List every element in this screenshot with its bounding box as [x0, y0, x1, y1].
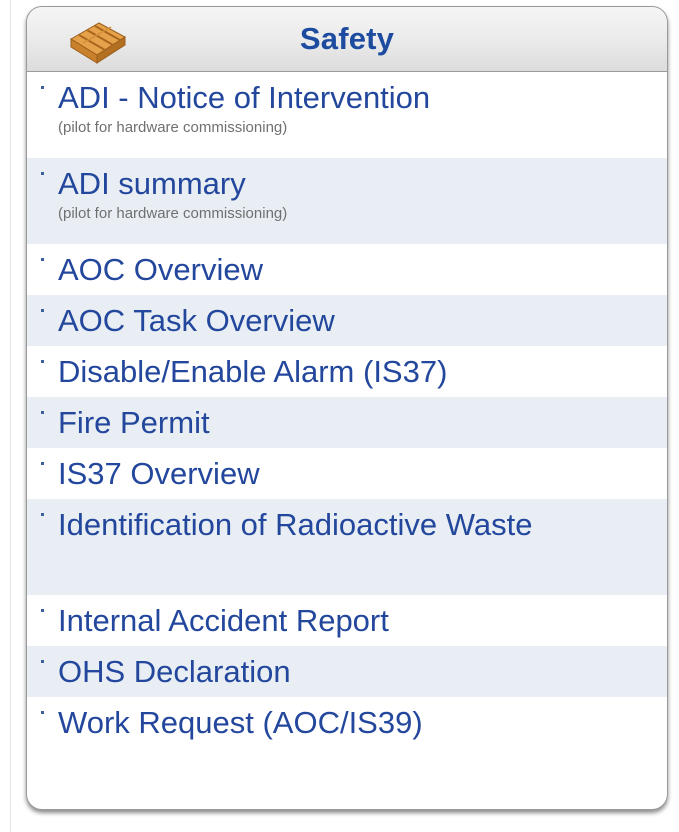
note-adi-summary: (pilot for hardware commissioning): [58, 205, 288, 222]
bullet-icon: [41, 660, 44, 663]
safety-link-list: ADI - Notice of Intervention (pilot for …: [27, 72, 667, 748]
link-ohs-declaration[interactable]: OHS Declaration: [58, 654, 667, 690]
list-item-fire-permit[interactable]: Fire Permit: [27, 397, 667, 448]
page-divider: [10, 0, 11, 832]
bullet-icon: [41, 172, 44, 175]
link-fire-permit[interactable]: Fire Permit: [58, 405, 667, 441]
bullet-icon: [41, 609, 44, 612]
list-item-aoc-overview[interactable]: AOC Overview: [27, 244, 667, 295]
list-item-radioactive-waste[interactable]: Identification of Radioactive Waste: [27, 499, 667, 595]
link-aoc-task-overview[interactable]: AOC Task Overview: [58, 303, 667, 339]
list-item-adi-notice[interactable]: ADI - Notice of Intervention (pilot for …: [27, 72, 667, 158]
panel-title: Safety: [299, 21, 395, 56]
bullet-icon: [41, 309, 44, 312]
list-item-internal-accident-report[interactable]: Internal Accident Report: [27, 595, 667, 646]
bullet-icon: [41, 258, 44, 261]
link-internal-accident-report[interactable]: Internal Accident Report: [58, 603, 667, 639]
link-work-request[interactable]: Work Request (AOC/IS39): [58, 705, 667, 741]
link-adi-notice[interactable]: ADI - Notice of Intervention: [58, 80, 667, 116]
note-adi-notice: (pilot for hardware commissioning): [58, 119, 288, 136]
bullet-icon: [41, 462, 44, 465]
list-item-work-request[interactable]: Work Request (AOC/IS39): [27, 697, 667, 748]
link-adi-summary[interactable]: ADI summary: [58, 166, 667, 202]
list-item-is37-overview[interactable]: IS37 Overview: [27, 448, 667, 499]
list-item-ohs-declaration[interactable]: OHS Declaration: [27, 646, 667, 697]
link-is37-overview[interactable]: IS37 Overview: [58, 456, 667, 492]
panel-header: Safety: [27, 7, 667, 72]
bullet-icon: [41, 411, 44, 414]
bullet-icon: [41, 513, 44, 516]
list-item-disable-enable-alarm[interactable]: Disable/Enable Alarm (IS37): [27, 346, 667, 397]
bullet-icon: [41, 711, 44, 714]
link-disable-enable-alarm[interactable]: Disable/Enable Alarm (IS37): [58, 354, 667, 390]
safety-panel: Safety ADI - Notice of Intervention (pil…: [26, 6, 668, 810]
link-aoc-overview[interactable]: AOC Overview: [58, 252, 667, 288]
list-item-aoc-task-overview[interactable]: AOC Task Overview: [27, 295, 667, 346]
bullet-icon: [41, 360, 44, 363]
list-item-adi-summary[interactable]: ADI summary (pilot for hardware commissi…: [27, 158, 667, 244]
link-radioactive-waste[interactable]: Identification of Radioactive Waste: [58, 507, 578, 543]
bullet-icon: [41, 86, 44, 89]
